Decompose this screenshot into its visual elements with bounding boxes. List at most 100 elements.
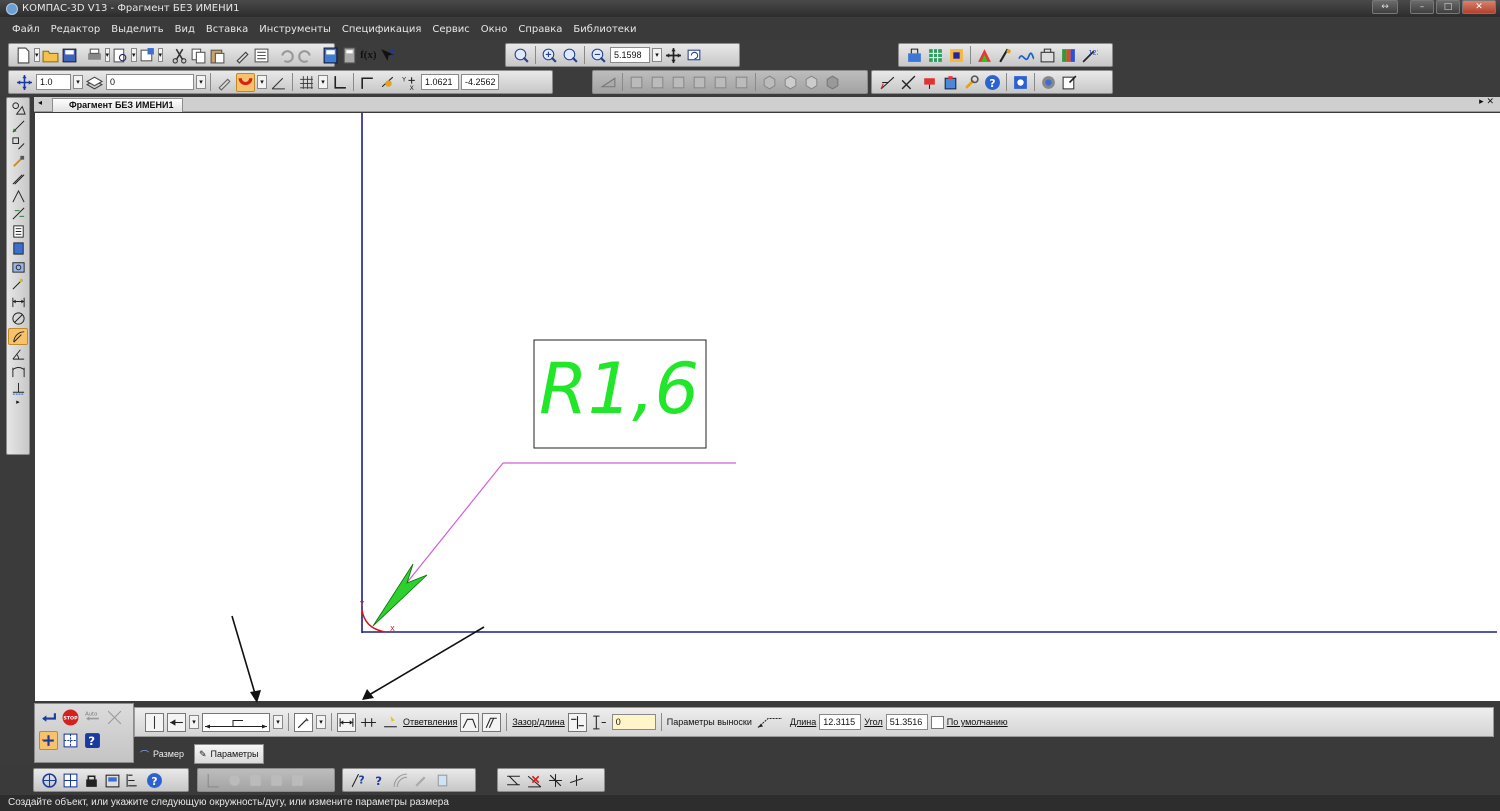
delete-icon[interactable] bbox=[920, 73, 939, 92]
help-circle-icon[interactable]: ? bbox=[145, 771, 164, 790]
manager-dropdown[interactable]: ▾ bbox=[157, 48, 164, 62]
dimensions-tool-icon[interactable] bbox=[8, 118, 28, 136]
shaded-icon[interactable] bbox=[760, 73, 779, 92]
layer-icon[interactable] bbox=[85, 73, 104, 92]
application-icon[interactable] bbox=[1060, 73, 1079, 92]
paste-icon[interactable] bbox=[209, 46, 226, 65]
coord-y-field[interactable]: -4.2562 bbox=[461, 74, 499, 90]
print-icon[interactable] bbox=[86, 46, 103, 65]
menu-window[interactable]: Окно bbox=[481, 24, 508, 35]
wrench-icon[interactable] bbox=[962, 73, 981, 92]
perspective-icon[interactable] bbox=[823, 73, 842, 92]
pan-icon[interactable] bbox=[664, 46, 683, 65]
arrows-inside-icon[interactable] bbox=[359, 713, 378, 732]
constraint-3-icon[interactable] bbox=[546, 771, 565, 790]
preview-dropdown[interactable]: ▾ bbox=[131, 48, 137, 62]
zoom-scale-icon[interactable] bbox=[561, 46, 580, 65]
signal-icon[interactable] bbox=[391, 771, 410, 790]
menu-insert[interactable]: Вставка bbox=[206, 24, 248, 35]
gap-value-field[interactable]: 0 bbox=[611, 714, 656, 730]
menu-select[interactable]: Выделить bbox=[111, 24, 163, 35]
menu-specification[interactable]: Спецификация bbox=[342, 24, 422, 35]
linear-dimension-icon[interactable] bbox=[8, 293, 28, 311]
settings-gear-icon[interactable] bbox=[1011, 73, 1030, 92]
step-value-field[interactable]: 1.0 bbox=[36, 74, 71, 90]
curve-panel-icon[interactable] bbox=[1017, 46, 1036, 65]
auto-arrange-icon[interactable] bbox=[381, 713, 400, 732]
grid-dropdown[interactable]: ▾ bbox=[318, 75, 328, 89]
grid-step-icon[interactable] bbox=[15, 73, 34, 92]
menu-help[interactable]: Справка bbox=[518, 24, 562, 35]
arrows-outside-icon[interactable] bbox=[337, 712, 356, 732]
drawing-canvas[interactable]: R1,6 Y X bbox=[35, 113, 1500, 701]
cut-icon[interactable] bbox=[171, 46, 188, 65]
round-mode-icon[interactable] bbox=[379, 73, 398, 92]
library-icon[interactable] bbox=[103, 771, 122, 790]
select-tool-icon[interactable] bbox=[8, 205, 28, 223]
layer-field[interactable]: 0 bbox=[106, 74, 194, 90]
trim-icon[interactable] bbox=[899, 73, 918, 92]
assembly-panel-icon[interactable] bbox=[1038, 46, 1057, 65]
zoom-in-icon[interactable] bbox=[540, 46, 559, 65]
new-dropdown[interactable]: ▾ bbox=[34, 48, 40, 62]
leader-style-icon[interactable] bbox=[294, 712, 313, 732]
zoom-scale-dropdown[interactable]: ▾ bbox=[652, 48, 662, 62]
edit-tool-icon[interactable] bbox=[8, 153, 28, 171]
open-folder-icon[interactable] bbox=[42, 46, 59, 65]
constraint-4-icon[interactable] bbox=[567, 771, 586, 790]
zoom-all-icon[interactable] bbox=[589, 46, 608, 65]
tools-gray-icon[interactable] bbox=[412, 771, 431, 790]
report-tool-icon[interactable] bbox=[8, 240, 28, 258]
constraint-1-icon[interactable] bbox=[504, 771, 523, 790]
copy-icon[interactable] bbox=[190, 46, 207, 65]
shelf-direction-selector[interactable] bbox=[202, 712, 270, 732]
print-dropdown[interactable]: ▾ bbox=[104, 48, 111, 62]
tab-close-controls[interactable]: ▸ ✕ bbox=[1479, 97, 1494, 107]
tree-icon[interactable] bbox=[124, 771, 143, 790]
measure-panel-icon[interactable] bbox=[996, 46, 1015, 65]
grid-panel-icon[interactable] bbox=[926, 46, 945, 65]
object-snap-icon[interactable] bbox=[61, 771, 80, 790]
library-panel-icon[interactable] bbox=[1059, 46, 1078, 65]
view-orientation-icon[interactable] bbox=[599, 73, 618, 92]
gap-mode-icon[interactable] bbox=[567, 712, 587, 732]
undo-icon[interactable] bbox=[278, 46, 295, 65]
layer-dropdown[interactable]: ▾ bbox=[196, 75, 206, 89]
radial-dimension-icon[interactable] bbox=[8, 327, 28, 345]
diameter-dimension-icon[interactable] bbox=[8, 310, 28, 328]
view-front-icon[interactable] bbox=[627, 73, 646, 92]
close-button[interactable]: ✕ bbox=[1462, 0, 1496, 14]
lock-icon[interactable] bbox=[82, 771, 101, 790]
constraint-delete-icon[interactable] bbox=[525, 771, 544, 790]
step-dropdown[interactable]: ▾ bbox=[73, 75, 83, 89]
branch-style-1-icon[interactable] bbox=[460, 712, 480, 732]
grid-icon[interactable] bbox=[297, 73, 316, 92]
angular-dimension-icon[interactable] bbox=[8, 345, 28, 363]
leader-style-dropdown[interactable]: ▾ bbox=[316, 715, 326, 729]
calculator-icon[interactable] bbox=[341, 46, 358, 65]
snap-dropdown[interactable]: ▾ bbox=[257, 75, 267, 89]
fx-icon[interactable]: f(x) bbox=[360, 46, 377, 65]
minimize-button[interactable]: – bbox=[1410, 0, 1434, 14]
query-object-icon[interactable]: ? bbox=[349, 771, 368, 790]
fit-icon[interactable] bbox=[105, 708, 124, 727]
view-right-icon[interactable] bbox=[690, 73, 709, 92]
tab-parameters[interactable]: ✎ Параметры bbox=[194, 744, 264, 764]
variables-icon[interactable] bbox=[322, 46, 339, 65]
ortho-icon[interactable] bbox=[358, 73, 377, 92]
spec-tool-icon[interactable] bbox=[8, 223, 28, 241]
zoom-window-icon[interactable] bbox=[512, 46, 531, 65]
format-brush-icon[interactable] bbox=[234, 46, 251, 65]
geometry-panel-icon[interactable] bbox=[905, 46, 924, 65]
more-tools-arrow-icon[interactable]: ▸ bbox=[8, 398, 28, 406]
geometry-tool-icon[interactable] bbox=[8, 100, 28, 118]
stop-icon[interactable]: STOP bbox=[61, 708, 80, 727]
help-icon[interactable]: ? bbox=[983, 73, 1002, 92]
gear-icon[interactable] bbox=[1039, 73, 1058, 92]
leader-shape-icon[interactable] bbox=[755, 713, 787, 732]
maximize-button[interactable]: □ bbox=[1436, 0, 1460, 14]
doc-gray-icon[interactable] bbox=[433, 771, 452, 790]
wireframe-icon[interactable] bbox=[781, 73, 800, 92]
material-panel-icon[interactable] bbox=[947, 46, 966, 65]
help-question-icon[interactable]: ? bbox=[83, 731, 102, 750]
